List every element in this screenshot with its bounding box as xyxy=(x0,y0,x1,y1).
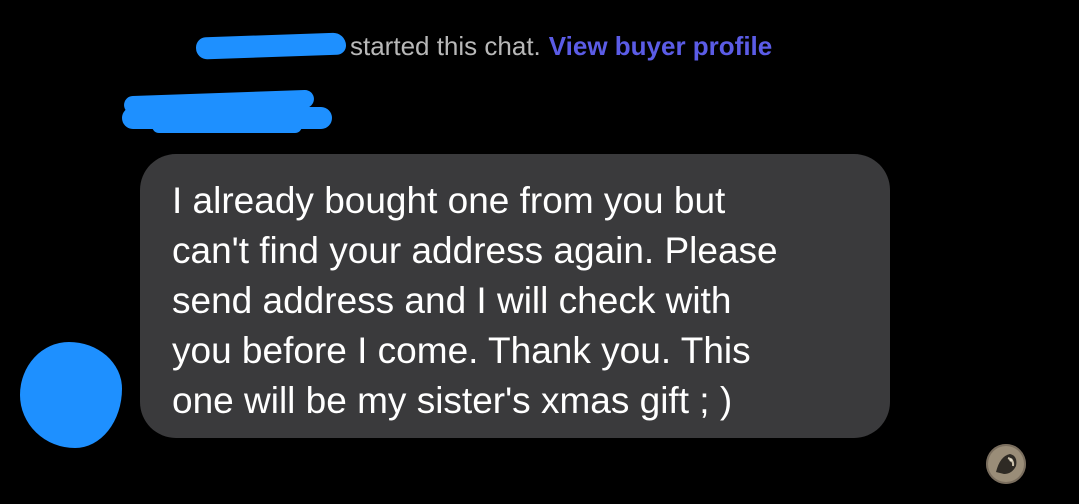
read-receipt-avatar xyxy=(986,444,1026,484)
view-buyer-profile-link[interactable]: View buyer profile xyxy=(549,31,772,62)
redacted-sender-avatar xyxy=(20,342,122,448)
incoming-message-bubble[interactable]: I already bought one from you but can't … xyxy=(140,154,890,438)
redacted-sender-name xyxy=(122,89,334,138)
seen-avatar-icon xyxy=(986,444,1026,484)
chat-started-notice: started this chat. View buyer profile xyxy=(195,28,772,64)
message-text: I already bought one from you but can't … xyxy=(172,180,778,421)
chat-started-text: started this chat. xyxy=(350,30,541,61)
redacted-buyer-name xyxy=(195,32,347,60)
